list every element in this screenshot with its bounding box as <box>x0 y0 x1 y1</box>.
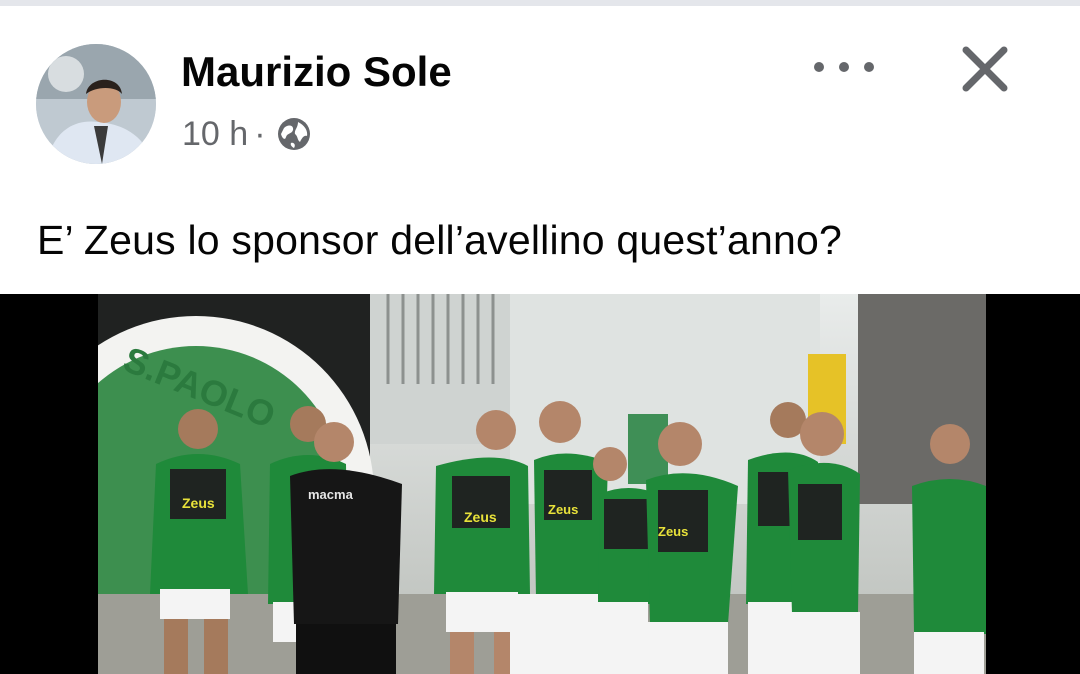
top-divider <box>0 0 1080 6</box>
more-dot <box>839 62 849 72</box>
jersey-sponsor: Zeus <box>658 524 688 539</box>
author-avatar[interactable] <box>36 44 156 164</box>
post-meta: 10 h · <box>182 112 312 156</box>
back-print: macma <box>308 487 354 502</box>
globe-icon <box>277 118 310 150</box>
close-icon[interactable] <box>958 42 1012 96</box>
more-options-button[interactable] <box>814 50 874 84</box>
jersey-sponsor: Zeus <box>548 502 578 517</box>
post-text: E’ Zeus lo sponsor dell’avellino quest’a… <box>37 217 842 263</box>
jersey-sponsor: Zeus <box>182 495 215 511</box>
more-dot <box>814 62 824 72</box>
team-photo: S.PAOLO Zeus macma Zeus Zeus Zeus <box>98 294 986 674</box>
more-dot <box>864 62 874 72</box>
meta-separator: · <box>254 115 266 153</box>
avatar-photo <box>36 44 156 164</box>
jersey-sponsor: Zeus <box>464 509 497 525</box>
post-media[interactable]: S.PAOLO Zeus macma Zeus Zeus Zeus <box>0 294 1080 674</box>
post-time[interactable]: 10 h <box>182 112 248 156</box>
author-name[interactable]: Maurizio Sole <box>181 46 452 98</box>
